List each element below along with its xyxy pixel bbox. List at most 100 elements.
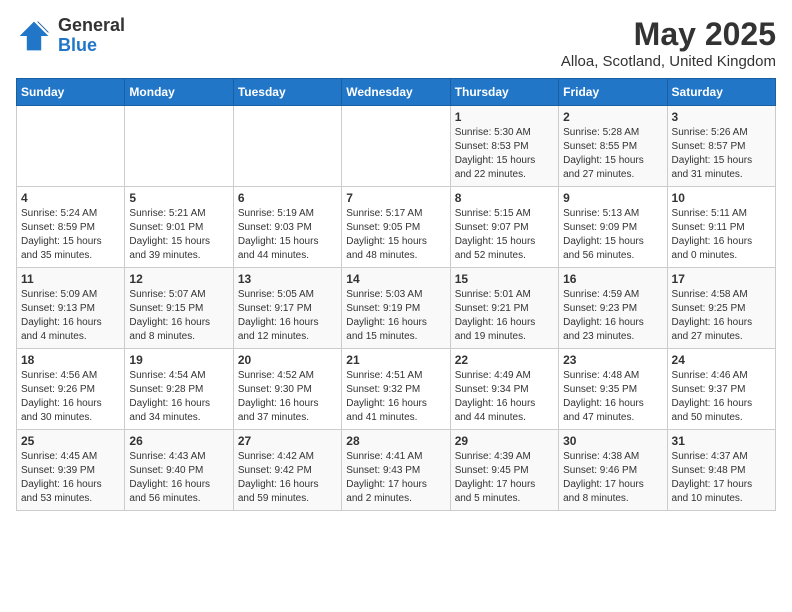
day-cell: 22 Sunrise: 4:49 AMSunset: 9:34 PMDayligh… (450, 349, 558, 430)
day-number: 30 (563, 434, 662, 448)
day-info: Sunrise: 5:09 AMSunset: 9:13 PMDaylight:… (21, 288, 120, 344)
weekday-header-tuesday: Tuesday (233, 79, 341, 106)
calendar-table: SundayMondayTuesdayWednesdayThursdayFrid… (16, 78, 776, 511)
day-number: 6 (238, 191, 337, 205)
day-number: 4 (21, 191, 120, 205)
day-number: 29 (455, 434, 554, 448)
day-cell: 18 Sunrise: 4:56 AMSunset: 9:26 PMDayligh… (17, 349, 125, 430)
weekday-header-sunday: Sunday (17, 79, 125, 106)
day-number: 1 (455, 110, 554, 124)
day-cell: 3Sunrise: 5:26 AMSunset: 8:57 PMDaylight… (667, 106, 775, 187)
week-row-3: 11 Sunrise: 5:09 AMSunset: 9:13 PMDayligh… (17, 268, 776, 349)
day-cell (125, 106, 233, 187)
day-cell (342, 106, 450, 187)
day-cell: 27 Sunrise: 4:42 AMSunset: 9:42 PMDayligh… (233, 430, 341, 511)
day-info: Sunrise: 4:37 AMSunset: 9:48 PMDaylight:… (672, 450, 771, 506)
day-info: Sunrise: 5:03 AMSunset: 9:19 PMDaylight:… (346, 288, 445, 344)
day-info: Sunrise: 5:15 AMSunset: 9:07 PMDaylight:… (455, 207, 554, 263)
day-info: Sunrise: 4:46 AMSunset: 9:37 PMDaylight:… (672, 369, 771, 425)
day-number: 17 (672, 272, 771, 286)
day-number: 7 (346, 191, 445, 205)
day-info: Sunrise: 4:39 AMSunset: 9:45 PMDaylight:… (455, 450, 554, 506)
day-cell: 1 Sunrise: 5:30 AMSunset: 8:53 PMDaylight… (450, 106, 558, 187)
weekday-header-wednesday: Wednesday (342, 79, 450, 106)
day-number: 26 (129, 434, 228, 448)
day-info: Sunrise: 4:41 AMSunset: 9:43 PMDaylight:… (346, 450, 445, 506)
day-number: 28 (346, 434, 445, 448)
day-cell: 2 Sunrise: 5:28 AMSunset: 8:55 PMDaylight… (559, 106, 667, 187)
week-row-4: 18 Sunrise: 4:56 AMSunset: 9:26 PMDayligh… (17, 349, 776, 430)
day-number: 22 (455, 353, 554, 367)
day-cell: 19Sunrise: 4:54 AMSunset: 9:28 PMDayligh… (125, 349, 233, 430)
day-info: Sunrise: 4:52 AMSunset: 9:30 PMDaylight:… (238, 369, 337, 425)
week-row-5: 25 Sunrise: 4:45 AMSunset: 9:39 PMDayligh… (17, 430, 776, 511)
day-info: Sunrise: 4:42 AMSunset: 9:42 PMDaylight:… (238, 450, 337, 506)
day-info: Sunrise: 5:05 AMSunset: 9:17 PMDaylight:… (238, 288, 337, 344)
day-number: 20 (238, 353, 337, 367)
day-number: 19 (129, 353, 228, 367)
day-info: Sunrise: 4:58 AMSunset: 9:25 PMDaylight:… (672, 288, 771, 344)
weekday-header-thursday: Thursday (450, 79, 558, 106)
day-info: Sunrise: 5:01 AMSunset: 9:21 PMDaylight:… (455, 288, 554, 344)
day-number: 25 (21, 434, 120, 448)
day-cell: 9Sunrise: 5:13 AMSunset: 9:09 PMDaylight… (559, 187, 667, 268)
day-info: Sunrise: 5:17 AMSunset: 9:05 PMDaylight:… (346, 207, 445, 263)
title-block: May 2025 Alloa, Scotland, United Kingdom (561, 16, 776, 70)
day-number: 5 (129, 191, 228, 205)
day-number: 31 (672, 434, 771, 448)
day-cell: 20 Sunrise: 4:52 AMSunset: 9:30 PMDayligh… (233, 349, 341, 430)
day-info: Sunrise: 5:21 AMSunset: 9:01 PMDaylight:… (129, 207, 228, 263)
day-number: 18 (21, 353, 120, 367)
day-cell: 14 Sunrise: 5:03 AMSunset: 9:19 PMDayligh… (342, 268, 450, 349)
day-cell: 23Sunrise: 4:48 AMSunset: 9:35 PMDayligh… (559, 349, 667, 430)
day-cell: 7 Sunrise: 5:17 AMSunset: 9:05 PMDaylight… (342, 187, 450, 268)
logo-text: General Blue (58, 16, 125, 56)
day-number: 10 (672, 191, 771, 205)
logo-icon (16, 18, 52, 54)
calendar-title: May 2025 (561, 16, 776, 53)
day-number: 27 (238, 434, 337, 448)
day-cell: 31 Sunrise: 4:37 AMSunset: 9:48 PMDayligh… (667, 430, 775, 511)
day-number: 11 (21, 272, 120, 286)
day-info: Sunrise: 5:28 AMSunset: 8:55 PMDaylight:… (563, 126, 662, 182)
day-info: Sunrise: 4:59 AMSunset: 9:23 PMDaylight:… (563, 288, 662, 344)
day-number: 23 (563, 353, 662, 367)
day-cell: 12 Sunrise: 5:07 AMSunset: 9:15 PMDayligh… (125, 268, 233, 349)
day-cell: 6 Sunrise: 5:19 AMSunset: 9:03 PMDaylight… (233, 187, 341, 268)
week-row-2: 4 Sunrise: 5:24 AMSunset: 8:59 PMDaylight… (17, 187, 776, 268)
day-cell: 21Sunrise: 4:51 AMSunset: 9:32 PMDayligh… (342, 349, 450, 430)
day-info: Sunrise: 4:49 AMSunset: 9:34 PMDaylight:… (455, 369, 554, 425)
day-info: Sunrise: 4:56 AMSunset: 9:26 PMDaylight:… (21, 369, 120, 425)
day-cell: 28 Sunrise: 4:41 AMSunset: 9:43 PMDayligh… (342, 430, 450, 511)
weekday-header-row: SundayMondayTuesdayWednesdayThursdayFrid… (17, 79, 776, 106)
day-info: Sunrise: 5:07 AMSunset: 9:15 PMDaylight:… (129, 288, 228, 344)
day-cell: 4 Sunrise: 5:24 AMSunset: 8:59 PMDaylight… (17, 187, 125, 268)
day-info: Sunrise: 5:13 AMSunset: 9:09 PMDaylight:… (563, 207, 662, 263)
day-info: Sunrise: 4:43 AMSunset: 9:40 PMDaylight:… (129, 450, 228, 506)
day-cell: 17 Sunrise: 4:58 AMSunset: 9:25 PMDayligh… (667, 268, 775, 349)
day-info: Sunrise: 5:19 AMSunset: 9:03 PMDaylight:… (238, 207, 337, 263)
day-info: Sunrise: 5:24 AMSunset: 8:59 PMDaylight:… (21, 207, 120, 263)
day-info: Sunrise: 4:51 AMSunset: 9:32 PMDaylight:… (346, 369, 445, 425)
day-number: 14 (346, 272, 445, 286)
day-number: 13 (238, 272, 337, 286)
day-cell: 10 Sunrise: 5:11 AMSunset: 9:11 PMDayligh… (667, 187, 775, 268)
day-number: 24 (672, 353, 771, 367)
day-info: Sunrise: 4:38 AMSunset: 9:46 PMDaylight:… (563, 450, 662, 506)
day-info: Sunrise: 5:11 AMSunset: 9:11 PMDaylight:… (672, 207, 771, 263)
day-cell: 11 Sunrise: 5:09 AMSunset: 9:13 PMDayligh… (17, 268, 125, 349)
day-info: Sunrise: 4:45 AMSunset: 9:39 PMDaylight:… (21, 450, 120, 506)
day-number: 12 (129, 272, 228, 286)
page-header: General Blue May 2025 Alloa, Scotland, U… (16, 16, 776, 70)
day-cell (17, 106, 125, 187)
day-cell (233, 106, 341, 187)
weekday-header-friday: Friday (559, 79, 667, 106)
day-number: 15 (455, 272, 554, 286)
day-number: 8 (455, 191, 554, 205)
day-info: Sunrise: 5:30 AMSunset: 8:53 PMDaylight:… (455, 126, 554, 182)
week-row-1: 1 Sunrise: 5:30 AMSunset: 8:53 PMDaylight… (17, 106, 776, 187)
logo: General Blue (16, 16, 125, 56)
day-number: 2 (563, 110, 662, 124)
day-cell: 15 Sunrise: 5:01 AMSunset: 9:21 PMDayligh… (450, 268, 558, 349)
day-cell: 24 Sunrise: 4:46 AMSunset: 9:37 PMDayligh… (667, 349, 775, 430)
